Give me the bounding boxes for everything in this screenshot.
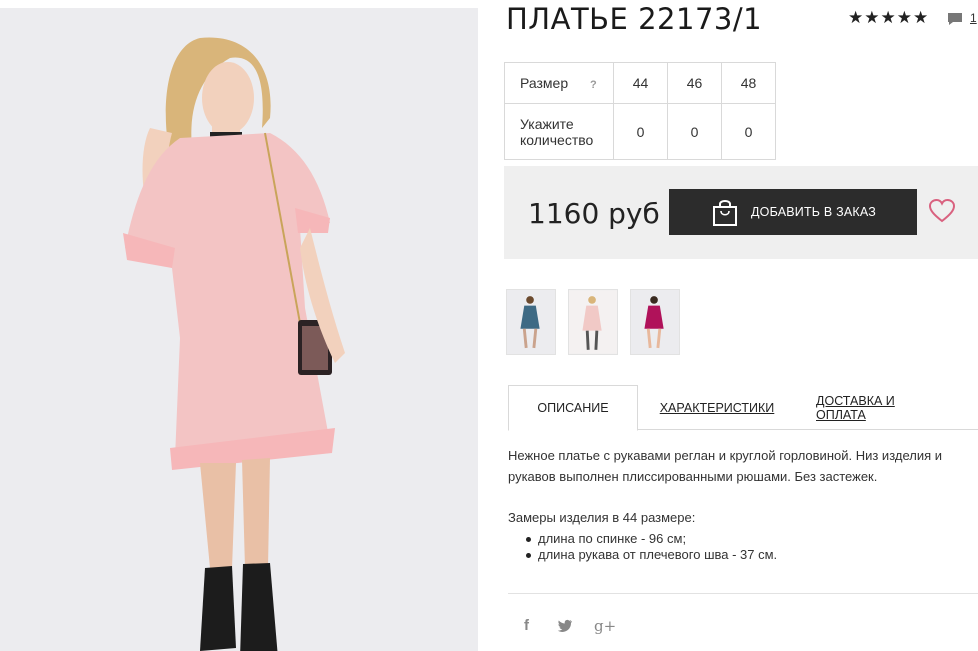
- favorite-heart-icon[interactable]: [929, 199, 955, 223]
- size-label-cell: Размер ?: [504, 62, 614, 104]
- color-variant-thumbnails: [506, 289, 680, 355]
- divider: [508, 593, 978, 594]
- star-icon[interactable]: ★: [881, 9, 896, 26]
- rating-stars[interactable]: ★ ★ ★ ★ ★: [848, 9, 928, 26]
- list-item: длина рукава от плечевого шва - 37 см.: [525, 547, 778, 562]
- comment-icon[interactable]: [947, 12, 963, 26]
- size-option: 44: [613, 62, 668, 104]
- star-icon[interactable]: ★: [897, 9, 912, 26]
- add-to-order-button[interactable]: ДОБАВИТЬ В ЗАКАЗ: [669, 189, 917, 235]
- shopping-bag-icon: [713, 200, 737, 226]
- list-item: длина по спинке - 96 см;: [525, 531, 777, 547]
- quantity-input[interactable]: 0: [667, 103, 722, 160]
- measurements-title: Замеры изделия в 44 размере:: [508, 510, 696, 525]
- size-label: Размер: [520, 75, 569, 91]
- thumbnail-magenta-dress[interactable]: [630, 289, 680, 355]
- twitter-share-icon[interactable]: [557, 619, 573, 633]
- size-help-icon[interactable]: ?: [590, 79, 597, 91]
- star-icon[interactable]: ★: [848, 9, 863, 26]
- size-quantity-table: Размер ? 44 46 48 Укажите количество 0 0…: [504, 62, 776, 160]
- buy-panel: 1160 руб ДОБАВИТЬ В ЗАКАЗ: [504, 166, 978, 259]
- facebook-share-icon[interactable]: f: [524, 617, 529, 634]
- product-main-photo[interactable]: [0, 8, 478, 651]
- product-info-tabs: ОПИСАНИЕ ХАРАКТЕРИСТИКИ ДОСТАВКА И ОПЛАТ…: [508, 385, 978, 431]
- size-option: 46: [667, 62, 722, 104]
- thumbnail-blue-dress[interactable]: [506, 289, 556, 355]
- tab-description[interactable]: ОПИСАНИЕ: [508, 385, 638, 431]
- product-price: 1160 руб: [528, 197, 660, 230]
- size-option: 48: [721, 62, 776, 104]
- comments-count-link[interactable]: 1: [970, 11, 977, 25]
- quantity-label: Укажите количество: [504, 103, 614, 160]
- star-icon[interactable]: ★: [864, 9, 879, 26]
- quantity-input[interactable]: 0: [721, 103, 776, 160]
- product-title: ПЛАТЬЕ 22173/1: [506, 2, 763, 36]
- thumbnail-pink-dress[interactable]: [568, 289, 618, 355]
- googleplus-share-icon[interactable]: g+: [594, 617, 616, 635]
- star-icon[interactable]: ★: [913, 9, 928, 26]
- product-description: Нежное платье с рукавами реглан и кругло…: [508, 448, 943, 484]
- add-to-order-label: ДОБАВИТЬ В ЗАКАЗ: [751, 205, 877, 219]
- tab-characteristics[interactable]: ХАРАКТЕРИСТИКИ: [658, 385, 776, 430]
- tab-delivery-payment[interactable]: ДОСТАВКА И ОПЛАТА: [816, 385, 946, 430]
- quantity-input[interactable]: 0: [613, 103, 668, 160]
- measurements-list: длина по спинке - 96 см; длина рукава от…: [525, 531, 778, 563]
